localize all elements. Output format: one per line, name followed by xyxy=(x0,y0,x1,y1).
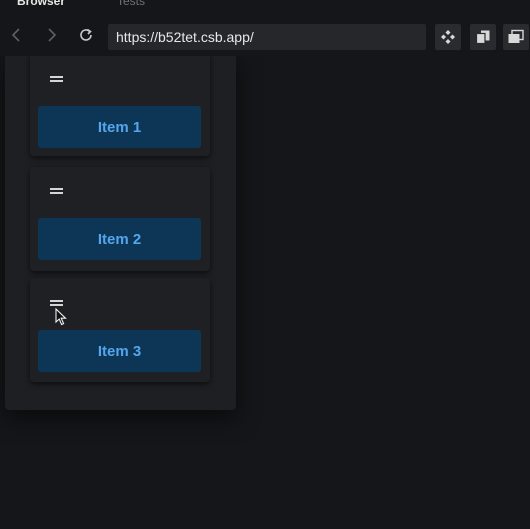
copy-button[interactable] xyxy=(470,24,496,50)
list-item: Item 3 xyxy=(30,278,210,382)
item-button[interactable]: Item 3 xyxy=(38,330,201,372)
tab-tests[interactable]: Tests xyxy=(117,0,145,8)
sortable-list-panel: Item 1 Item 2 Item 3 xyxy=(5,56,236,410)
reload-icon xyxy=(80,28,92,41)
window-icon xyxy=(508,29,524,43)
page-viewport: Item 1 Item 2 Item 3 xyxy=(0,56,530,529)
chevron-right-icon xyxy=(48,28,57,42)
list-item: Item 1 xyxy=(30,56,210,156)
copy-icon xyxy=(475,30,490,45)
drag-handle-icon[interactable] xyxy=(50,76,64,84)
item-button[interactable]: Item 1 xyxy=(38,106,201,148)
codesandbox-icon xyxy=(441,30,455,44)
list-item: Item 2 xyxy=(30,167,210,271)
forward-button[interactable] xyxy=(42,26,60,44)
new-window-button[interactable] xyxy=(503,24,529,50)
codesandbox-button[interactable] xyxy=(435,24,461,50)
drag-handle-icon[interactable] xyxy=(50,188,64,196)
drag-handle-icon[interactable] xyxy=(50,300,64,308)
reload-button[interactable] xyxy=(77,26,95,44)
tab-browser[interactable]: Browser xyxy=(17,0,65,8)
browser-toolbar: https://b52tet.csb.app/ xyxy=(0,12,530,56)
back-button[interactable] xyxy=(8,26,26,44)
chevron-left-icon xyxy=(11,28,20,42)
item-button[interactable]: Item 2 xyxy=(38,218,201,260)
tab-bar: Browser Tests xyxy=(0,0,530,12)
mouse-pointer-icon xyxy=(55,308,67,326)
address-bar[interactable]: https://b52tet.csb.app/ xyxy=(108,24,426,50)
